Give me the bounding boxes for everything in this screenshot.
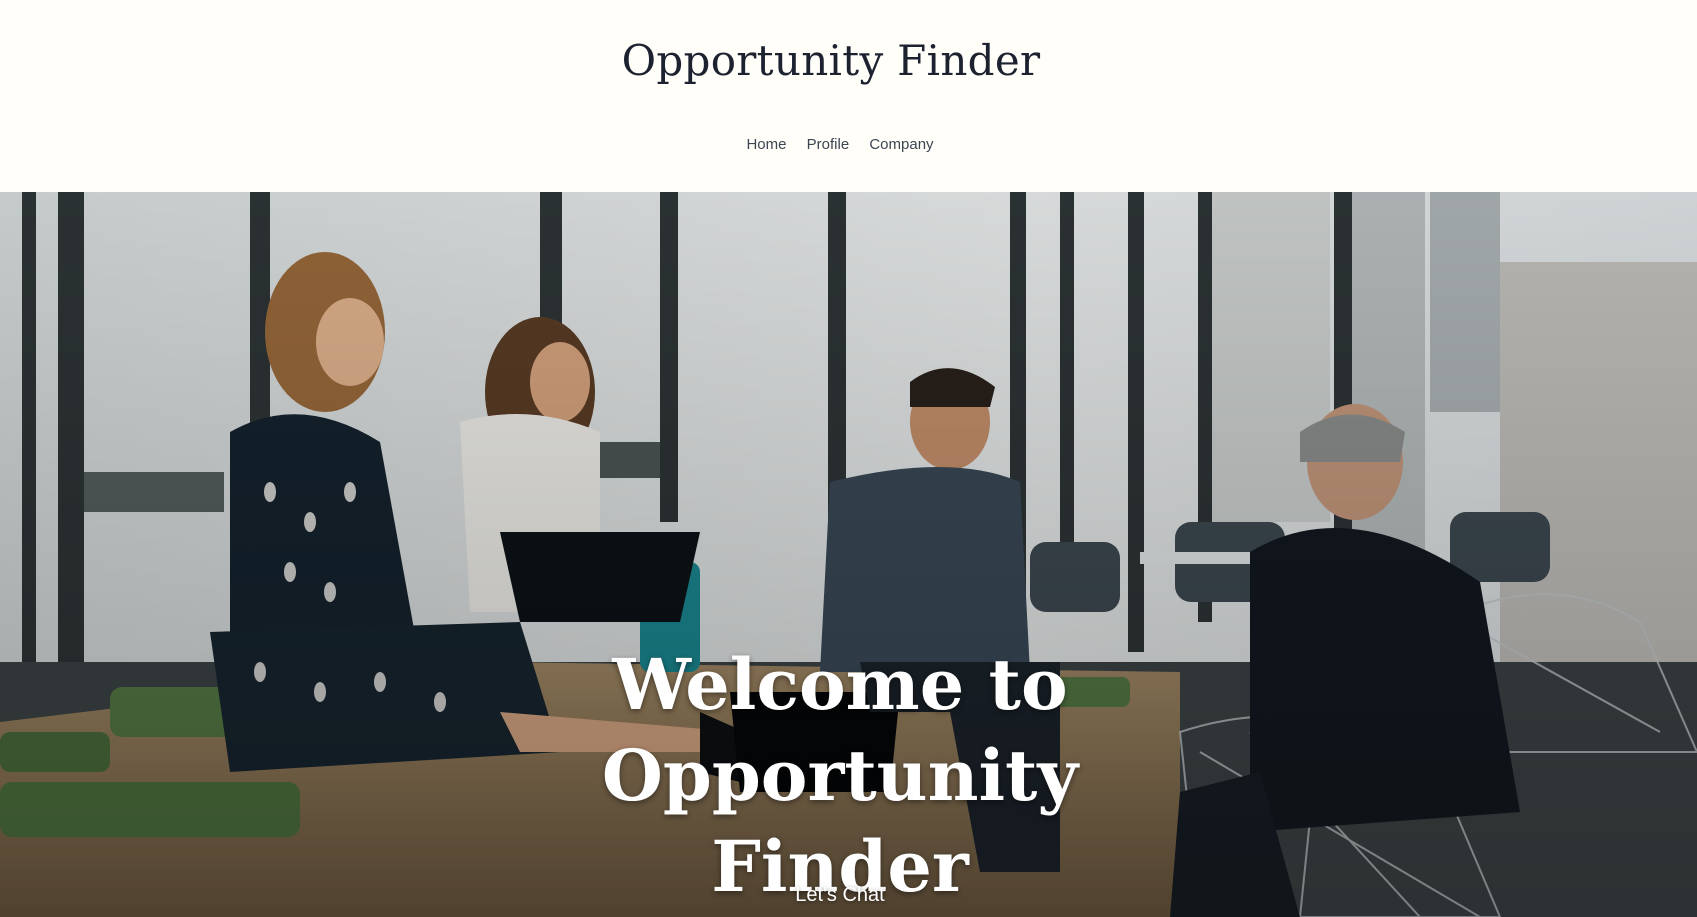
hero-section: Welcome to Opportunity Finder Let's Chat	[0, 192, 1697, 917]
nav-profile[interactable]: Profile	[807, 136, 850, 153]
hero-heading: Welcome to Opportunity Finder	[601, 642, 1079, 908]
nav-home[interactable]: Home	[746, 136, 786, 153]
main-nav: Home Profile Company	[0, 136, 1680, 153]
site-header: Opportunity Finder Home Profile Company	[0, 0, 1697, 192]
lets-chat-link[interactable]: Let's Chat	[740, 884, 940, 907]
site-title[interactable]: Opportunity Finder	[0, 36, 1662, 85]
nav-company[interactable]: Company	[869, 136, 933, 153]
